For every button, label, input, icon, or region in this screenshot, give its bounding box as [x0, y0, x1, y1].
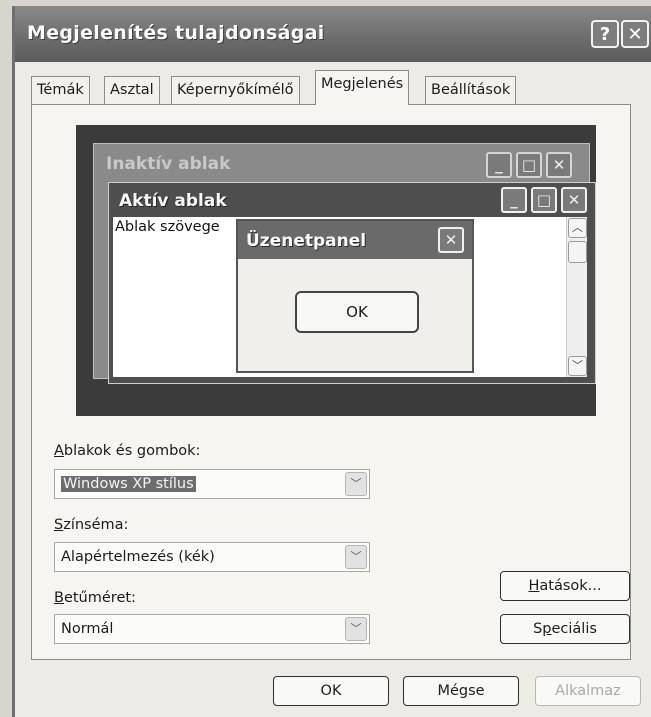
message-box-ok-button[interactable]: OK: [295, 291, 419, 333]
tab-beallitasok[interactable]: Beállítások: [425, 76, 517, 104]
window-title: Megjelenítés tulajdonságai: [27, 22, 325, 44]
active-window-title: Aktív ablak: [119, 191, 227, 211]
minimize-icon: _: [486, 152, 512, 178]
scroll-down-icon[interactable]: ﹀: [568, 356, 587, 376]
maximize-icon: □: [516, 152, 542, 178]
close-button[interactable]: ✕: [621, 20, 649, 48]
vertical-scrollbar[interactable]: ︿ ﹀: [566, 217, 587, 377]
cancel-button[interactable]: Mégse: [403, 676, 519, 706]
display-properties-dialog: Megjelenítés tulajdonságai ? ✕ Témák Asz…: [12, 6, 651, 717]
chevron-down-icon[interactable]: ﹀: [345, 545, 367, 569]
tab-asztal[interactable]: Asztal: [104, 76, 160, 104]
ok-button[interactable]: OK: [273, 676, 389, 706]
help-button[interactable]: ?: [591, 20, 619, 48]
scroll-up-icon[interactable]: ︿: [568, 218, 587, 238]
color-scheme-select[interactable]: Alapértelmezés (kék) ﹀: [54, 542, 370, 572]
font-size-value: Normál: [61, 621, 114, 637]
message-box-title: Üzenetpanel: [246, 231, 367, 251]
tab-kepernyokimelo[interactable]: Képernyőkímélő: [171, 76, 300, 104]
effects-button[interactable]: Hatások...: [500, 571, 630, 601]
message-box-preview[interactable]: Üzenetpanel ✕ OK: [236, 219, 474, 373]
font-size-label: Betűméret:: [54, 590, 136, 606]
chevron-down-icon[interactable]: ﹀: [345, 617, 367, 641]
tab-megjelenes[interactable]: Megjelenés: [315, 70, 410, 105]
help-icon: ?: [599, 23, 611, 45]
color-scheme-value: Alapértelmezés (kék): [61, 549, 215, 565]
color-scheme-label: Színséma:: [54, 517, 129, 533]
apply-button[interactable]: Alkalmaz: [535, 676, 641, 706]
close-icon: ✕: [546, 152, 572, 178]
maximize-icon: □: [531, 187, 557, 213]
scroll-thumb[interactable]: [568, 241, 587, 263]
message-box-title-bar: Üzenetpanel ✕: [238, 221, 472, 259]
close-icon: ✕: [561, 187, 587, 213]
advanced-button[interactable]: Speciális: [500, 614, 630, 644]
close-icon: ✕: [627, 23, 643, 45]
chevron-down-icon[interactable]: ﹀: [345, 472, 367, 496]
windows-buttons-label: Ablakok és gombok:: [54, 443, 201, 459]
minimize-icon: _: [501, 187, 527, 213]
font-size-select[interactable]: Normál ﹀: [54, 614, 370, 644]
title-bar[interactable]: Megjelenítés tulajdonságai ? ✕: [15, 6, 651, 62]
windows-buttons-select[interactable]: Windows XP stílus ﹀: [54, 469, 370, 499]
close-icon: ✕: [438, 227, 464, 253]
appearance-preview[interactable]: Inaktív ablak _ □ ✕ Aktív ablak _ □ ✕ Ab…: [76, 125, 596, 416]
window-text: Ablak szövege: [115, 219, 220, 235]
inactive-window-title: Inaktív ablak: [106, 154, 231, 174]
windows-buttons-value: Windows XP stílus: [61, 476, 196, 492]
appearance-panel: Inaktív ablak _ □ ✕ Aktív ablak _ □ ✕ Ab…: [31, 104, 631, 660]
tab-temak[interactable]: Témák: [31, 76, 90, 104]
